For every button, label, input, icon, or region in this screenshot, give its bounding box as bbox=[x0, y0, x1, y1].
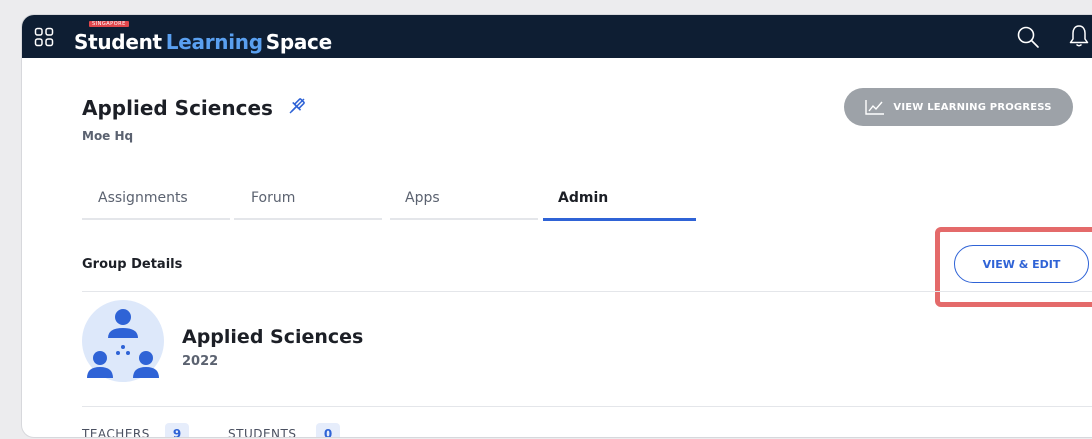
teachers-label[interactable]: TEACHERS bbox=[82, 427, 150, 437]
brand-learning: Learning bbox=[165, 30, 263, 54]
group-details-title: Group Details bbox=[82, 257, 183, 272]
tab-apps[interactable]: Apps bbox=[390, 188, 538, 220]
group-name: Applied Sciences bbox=[182, 326, 364, 348]
tab-admin[interactable]: Admin bbox=[543, 188, 696, 221]
tab-active-underline bbox=[543, 218, 696, 221]
brand-text: Student Learning Space bbox=[74, 30, 332, 54]
tab-underline bbox=[390, 218, 538, 220]
pin-icon[interactable] bbox=[288, 97, 306, 115]
group-icon bbox=[82, 300, 164, 382]
course-title: Applied Sciences bbox=[82, 96, 273, 120]
tab-label: Assignments bbox=[98, 190, 188, 206]
apps-grid-icon[interactable] bbox=[34, 27, 54, 47]
divider bbox=[82, 291, 1092, 292]
progress-button-label: VIEW LEARNING PROGRESS bbox=[893, 101, 1052, 113]
chart-line-icon bbox=[865, 100, 885, 115]
divider bbox=[82, 406, 1092, 407]
students-label[interactable]: STUDENTS bbox=[228, 427, 296, 437]
search-icon[interactable] bbox=[1016, 25, 1040, 49]
group-year: 2022 bbox=[182, 354, 219, 369]
tab-label: Admin bbox=[558, 190, 609, 206]
teachers-count-badge: 9 bbox=[165, 423, 189, 437]
tab-label: Forum bbox=[251, 190, 296, 206]
bell-icon[interactable] bbox=[1068, 24, 1090, 48]
view-edit-button[interactable]: VIEW & EDIT bbox=[954, 245, 1089, 283]
tab-assignments[interactable]: Assignments bbox=[82, 188, 230, 220]
tab-underline bbox=[82, 218, 230, 220]
top-bar: SINGAPORE Student Learning Space bbox=[22, 15, 1092, 58]
tab-forum[interactable]: Forum bbox=[234, 188, 382, 220]
course-tabs: Assignments Forum Apps Admin bbox=[82, 188, 696, 221]
view-learning-progress-button[interactable]: VIEW LEARNING PROGRESS bbox=[844, 88, 1073, 126]
brand-space: Space bbox=[265, 30, 332, 54]
tab-underline bbox=[234, 218, 382, 220]
tab-label: Apps bbox=[405, 190, 440, 206]
students-count-badge: 0 bbox=[316, 423, 340, 437]
org-name: Moe Hq bbox=[82, 129, 134, 143]
brand-badge: SINGAPORE bbox=[89, 21, 129, 27]
app-window: SINGAPORE Student Learning Space Applied S… bbox=[22, 15, 1092, 437]
brand-student: Student bbox=[74, 30, 162, 54]
